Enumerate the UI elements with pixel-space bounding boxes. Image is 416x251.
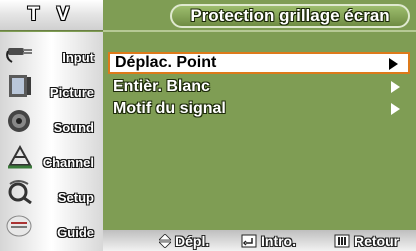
sidebar-item-label: Guide (57, 225, 94, 240)
menu-item-label: Motif du signal (113, 100, 226, 117)
sidebar: Input Picture Sound Channel Setup Guide (0, 32, 103, 251)
up-down-arrows-icon (159, 233, 171, 248)
input-plug-icon (6, 48, 32, 63)
sidebar-item-label: Sound (53, 120, 94, 135)
submenu-arrow-icon (391, 81, 400, 93)
tv-osd-screen: T V Protection grillage écran Input Pict… (0, 0, 416, 251)
antenna-icon (8, 144, 32, 169)
tv-label: T V (27, 4, 76, 25)
sidebar-item-channel[interactable]: Channel (0, 139, 100, 174)
menu-item-motif-du-signal[interactable]: Motif du signal (108, 98, 410, 120)
enter-icon (241, 234, 257, 247)
sidebar-item-picture[interactable]: Picture (0, 69, 100, 104)
sidebar-item-guide[interactable]: Guide (0, 209, 100, 244)
hint-move: Dépl. (159, 230, 209, 251)
sidebar-item-input[interactable]: Input (0, 34, 100, 69)
sidebar-item-label: Channel (42, 155, 94, 170)
menu-return-icon (334, 234, 350, 247)
menu-item-entier-blanc[interactable]: Entièr. Blanc (108, 76, 410, 98)
header-divider (103, 30, 416, 32)
sidebar-item-label: Picture (49, 85, 94, 100)
hint-return: Retour (334, 230, 399, 251)
submenu-arrow-icon (389, 58, 398, 70)
submenu-arrow-icon (391, 103, 400, 115)
sidebar-item-setup[interactable]: Setup (0, 174, 100, 209)
menu-item-label: Déplac. Point (115, 54, 217, 71)
hint-enter: Intro. (241, 230, 296, 251)
sidebar-item-label: Input (62, 50, 94, 65)
guide-icon (6, 215, 32, 237)
sidebar-item-sound[interactable]: Sound (0, 104, 100, 139)
menu-item-label: Entièr. Blanc (113, 78, 210, 95)
sidebar-item-label: Setup (57, 190, 94, 205)
speaker-icon (8, 110, 30, 132)
control-hint-bar: Dépl. Intro. Retour (103, 230, 416, 251)
page-title-pill: Protection grillage écran (170, 4, 410, 28)
picture-icon (9, 75, 31, 97)
hint-enter-label: Intro. (261, 232, 296, 249)
hint-move-label: Dépl. (175, 232, 210, 249)
menu-item-deplac-point[interactable]: Déplac. Point (108, 52, 410, 74)
setup-icon (8, 180, 32, 204)
tv-tab: T V (0, 0, 103, 31)
page-title: Protection grillage écran (190, 6, 390, 25)
hint-return-label: Retour (354, 232, 400, 249)
